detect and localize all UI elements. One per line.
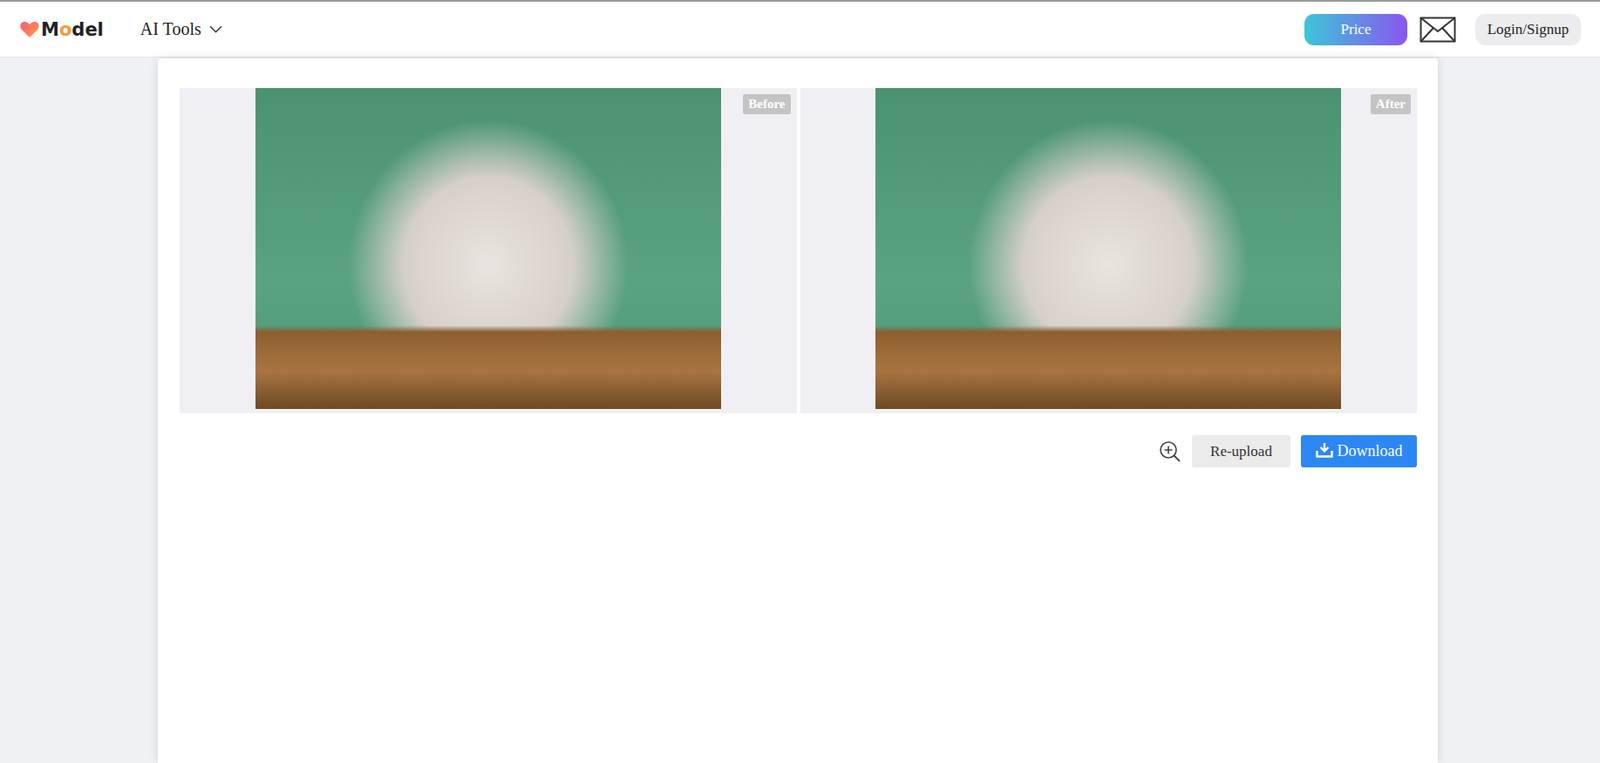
login-signup-button[interactable]: Login/Signup xyxy=(1475,13,1581,46)
page: Model AI Tools Price Login/Signup Before Afte… xyxy=(0,0,1600,763)
heart-icon xyxy=(19,20,41,39)
photo xyxy=(875,88,1342,409)
result-card: Before After Re-upload Download xyxy=(157,58,1438,763)
image-panel: After xyxy=(800,88,1418,414)
mail-icon[interactable] xyxy=(1419,16,1457,43)
logo-text: M xyxy=(40,19,60,41)
ai-tools-menu[interactable]: AI Tools xyxy=(140,19,223,40)
menu-label: AI Tools xyxy=(140,19,202,40)
reupload-button[interactable]: Re-upload xyxy=(1191,435,1291,468)
price-button[interactable]: Price xyxy=(1304,13,1408,46)
chevron-down-icon xyxy=(209,25,223,34)
photo xyxy=(255,88,722,409)
panel-badge: After xyxy=(1370,94,1411,115)
download-button[interactable]: Download xyxy=(1300,435,1417,468)
image-panel: Before xyxy=(179,88,797,414)
download-icon xyxy=(1315,442,1334,458)
zoom-in-icon[interactable] xyxy=(1158,440,1182,463)
panel-badge: Before xyxy=(742,94,790,115)
action-bar: Re-upload Download xyxy=(179,435,1417,468)
logo[interactable]: Model xyxy=(19,19,104,41)
logo-text: del xyxy=(71,19,103,41)
top-nav: Model AI Tools Price Login/Signup xyxy=(0,0,1600,58)
logo-text: o xyxy=(59,19,72,41)
download-label: Download xyxy=(1337,442,1403,461)
compare-view: Before After xyxy=(179,88,1417,414)
